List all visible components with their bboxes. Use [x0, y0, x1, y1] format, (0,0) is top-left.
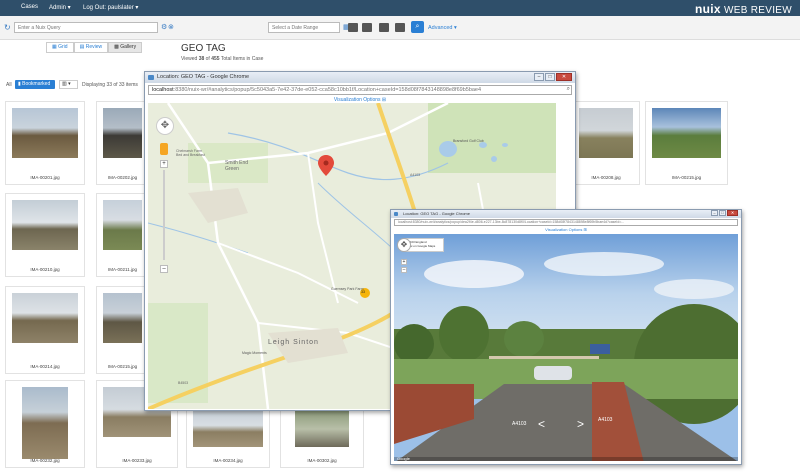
thumbnail-image: [103, 200, 142, 250]
item-count: Displaying 33 of 33 items: [82, 82, 138, 88]
place-label: Chelmarsh Farm Bed and Breakfast: [176, 149, 205, 157]
search-button[interactable]: ⌕: [411, 21, 424, 33]
date-range-input[interactable]: [268, 22, 340, 33]
road-label: A4103: [512, 421, 527, 427]
review-icon: ▤: [79, 44, 85, 50]
close-button[interactable]: ✕: [556, 73, 572, 81]
zoom-in-button[interactable]: +: [401, 259, 407, 265]
top-nav: Cases Admin ▾ Log Out: paulslater ▾ nuix…: [0, 0, 800, 16]
image-menu-icon[interactable]: [362, 23, 372, 32]
gallery-item[interactable]: IMA-00202.jpg: [96, 101, 149, 185]
bookmark-icon: ▮: [18, 81, 21, 87]
bookmarked-button[interactable]: ▮ Bookmarked: [15, 80, 55, 89]
tab-gallery[interactable]: ▩ Gallery: [108, 42, 143, 53]
search-icon: ⌕: [415, 23, 420, 30]
address-bar[interactable]: localhost:8380/nuix-wr/#analytics/popup/…: [394, 219, 738, 226]
maximize-button[interactable]: □: [545, 73, 555, 81]
parked-car: [534, 366, 572, 380]
thumbnail-image: [12, 200, 78, 250]
window-titlebar[interactable]: Location: GEO TAG - Google Chrome – □ ✕: [145, 72, 575, 83]
tab-review[interactable]: ▤ Review: [73, 42, 109, 53]
gallery-item[interactable]: IMA-00214.jpg: [5, 286, 85, 374]
road-badge-label: 33: [361, 290, 365, 294]
advanced-button[interactable]: Advanced ▾: [428, 25, 457, 31]
query-settings-icon[interactable]: ⚙: [161, 23, 167, 31]
road-label: A4103: [410, 173, 421, 177]
place-label: Guernsey Park Farm: [331, 287, 364, 291]
maximize-button[interactable]: □: [719, 210, 726, 216]
google-logo: Google: [397, 456, 410, 461]
gallery-item[interactable]: IMA-00232.jpg: [5, 380, 85, 468]
nav-logout[interactable]: Log Out: paulslater ▾: [83, 4, 138, 11]
save-menu-icon[interactable]: [379, 23, 389, 32]
lake: [491, 156, 497, 162]
chrome-favicon-icon: [394, 212, 398, 216]
gallery-item[interactable]: IMA-00208.jpg: [572, 101, 640, 185]
thumbnail-image: [652, 108, 721, 158]
place-label: Magic Moments: [242, 351, 267, 355]
gallery-icon: ▩: [114, 44, 119, 50]
address-bar[interactable]: localhost:8380/nuix-wr/#analytics/popup/…: [148, 85, 572, 95]
view-mode-group: ▦ Grid ▤ Review ▩ Gallery: [46, 42, 143, 53]
visualization-options-link[interactable]: Visualization Options ⊞: [391, 227, 741, 232]
pegman-icon[interactable]: [160, 143, 168, 155]
minimize-button[interactable]: –: [534, 73, 544, 81]
arrow-left-icon[interactable]: <: [538, 417, 545, 431]
refresh-icon[interactable]: ↻: [4, 23, 11, 32]
arrow-right-icon[interactable]: >: [577, 417, 584, 431]
thumbnail-image: [103, 293, 142, 343]
query-clear-icon[interactable]: ⊗: [168, 23, 174, 31]
gallery-item[interactable]: IMA-00215.jpg: [645, 101, 728, 185]
grid-icon: ▦: [52, 44, 57, 50]
filter-menu-icon[interactable]: [395, 23, 405, 32]
thumbnail-image: [295, 411, 349, 447]
bar-chart-icon: ▥: [62, 81, 67, 87]
gallery-item[interactable]: IMA-00234.jpg: [186, 408, 270, 468]
close-button[interactable]: ✕: [727, 210, 738, 216]
gallery-item[interactable]: IMA-00210.jpg: [5, 193, 85, 277]
street-view[interactable]: A4103 England View on Google Maps ✥ + – …: [394, 234, 738, 461]
compass-icon[interactable]: ✥: [397, 238, 411, 252]
filter-all[interactable]: All: [6, 82, 12, 88]
thumbnail-image: [12, 108, 78, 158]
page-title: GEO TAG: [181, 43, 226, 54]
zoom-slider[interactable]: [163, 170, 165, 260]
zoom-out-button[interactable]: –: [401, 267, 407, 273]
thumbnail-image: [193, 411, 263, 447]
window-titlebar[interactable]: Location: GEO TAG - Google Chrome – □ ✕: [391, 210, 741, 218]
gallery-item[interactable]: IMA-00201.jpg: [5, 101, 85, 185]
street-view-canvas: [394, 234, 738, 461]
gallery-item[interactable]: IMA-00302.jpg: [280, 408, 364, 468]
thumbnail-image: [12, 293, 78, 343]
place-label: Bransford Golf Club: [453, 139, 484, 143]
thumbnail-image: [22, 387, 68, 459]
streetview-popup-window: Location: GEO TAG - Google Chrome – □ ✕ …: [390, 209, 742, 465]
pan-control-icon[interactable]: ✥: [156, 117, 174, 135]
query-input[interactable]: [14, 22, 158, 33]
thumbnail-image: [579, 108, 633, 158]
nav-admin[interactable]: Admin ▾: [49, 4, 71, 11]
gallery-item[interactable]: IMA-00215.jpg: [96, 286, 149, 374]
place-label: Leigh Sinton: [268, 339, 319, 346]
blue-sign: [590, 344, 610, 354]
road-label: A4103: [598, 417, 613, 423]
zoom-in-button[interactable]: +: [160, 160, 168, 168]
magnify-icon[interactable]: ⌕: [567, 86, 570, 93]
brand-logo: nuix WEB REVIEW: [695, 2, 792, 16]
tab-grid[interactable]: ▦ Grid: [46, 42, 74, 53]
gallery-item[interactable]: IMA-00211.jpg: [96, 193, 149, 277]
road-label: B4503: [178, 381, 189, 385]
minimize-button[interactable]: –: [711, 210, 718, 216]
nav-cases[interactable]: Cases: [21, 4, 38, 10]
zoom-out-button[interactable]: –: [160, 265, 168, 273]
chart-dropdown[interactable]: ▥ ▾: [59, 80, 78, 89]
lake: [502, 143, 508, 147]
place-label: Smith End Green: [225, 160, 249, 172]
lake: [439, 141, 457, 157]
chrome-favicon-icon: [148, 75, 154, 80]
page-subtitle: Viewed 38 of 455 Total Items in Case: [181, 56, 264, 62]
thumbnail-image: [103, 108, 142, 158]
list-menu-icon[interactable]: [348, 23, 358, 32]
